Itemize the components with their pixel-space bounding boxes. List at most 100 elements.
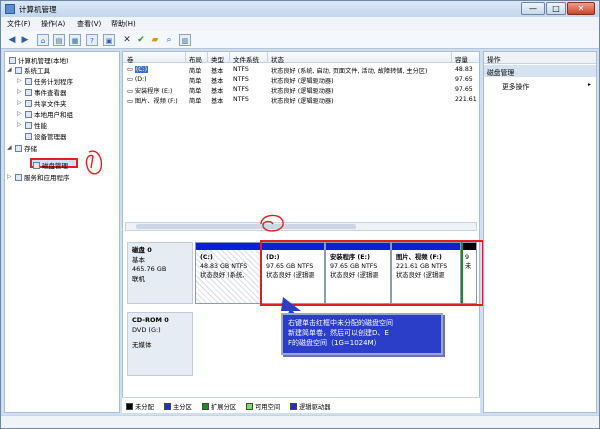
forward-icon[interactable]: ▶ <box>19 34 31 46</box>
tree-root[interactable]: 计算机管理(本地) <box>9 55 69 65</box>
legend-item: 可用空间 <box>246 402 280 411</box>
cdrom0-name: CD-ROM 0 <box>132 316 169 324</box>
help-icon[interactable]: ? <box>86 34 98 46</box>
volume-name: ▭ 图片、视频 (F:) <box>127 98 178 105</box>
header-status[interactable]: 状态 <box>271 54 284 64</box>
expand-icon[interactable]: ▷ <box>17 77 22 84</box>
collapse-icon[interactable]: ◢ <box>7 144 12 151</box>
volume-filesystem: NTFS <box>233 86 249 93</box>
cdrom0-drive: DVD (G:) <box>132 325 161 334</box>
volume-type: 基本 <box>211 78 224 85</box>
volume-layout: 简单 <box>189 88 202 95</box>
close-button[interactable]: ✕ <box>567 2 595 15</box>
shared-folder-icon <box>25 100 32 107</box>
callout-line1: 右键单击红框中未分配的磁盘空间 <box>288 319 393 327</box>
show-tree-icon[interactable]: ▤ <box>53 34 65 46</box>
disk0-size: 465.76 GB <box>132 265 167 273</box>
header-layout[interactable]: 布局 <box>189 54 202 64</box>
menu-view[interactable]: 查看(V) <box>77 19 101 29</box>
volume-row[interactable]: ▭ (D:) 简单 基本 NTFS 状态良好 (逻辑驱动器) 97.65 <box>123 75 479 85</box>
volume-filesystem: NTFS <box>233 66 249 73</box>
expand-icon[interactable]: ▷ <box>17 110 22 117</box>
volume-layout: 简单 <box>189 98 202 105</box>
horizontal-scrollbar[interactable] <box>125 222 477 231</box>
menu-action[interactable]: 操作(A) <box>41 19 65 29</box>
volume-status: 状态良好 (逻辑驱动器) <box>271 88 334 95</box>
app-icon <box>5 4 15 14</box>
tree-disk-management[interactable]: 磁盘管理 <box>33 160 68 170</box>
menu-help[interactable]: 帮助(H) <box>111 19 136 29</box>
storage-icon <box>15 145 22 152</box>
volume-name: ▭ 安装程序 (E:) <box>127 88 173 95</box>
volume-capacity: 97.65 <box>455 86 473 93</box>
tree-performance[interactable]: 性能 <box>25 120 47 130</box>
tree-local-users[interactable]: 本地用户和组 <box>25 109 73 119</box>
volume-capacity: 97.65 <box>455 76 473 83</box>
disk0-type: 基本 <box>132 255 145 264</box>
disk0-name: 磁盘 0 <box>132 246 152 254</box>
callout-line2: 新建简单卷，然后可以创建D、E <box>288 329 389 337</box>
actions-section-disk-management[interactable]: 磁盘管理 <box>484 65 596 77</box>
delete-icon[interactable]: ✕ <box>121 34 133 46</box>
expand-icon[interactable]: ▷ <box>17 121 22 128</box>
tree-shared-folders[interactable]: 共享文件夹 <box>25 98 67 108</box>
tree-services[interactable]: 服务和应用程序 <box>15 172 70 182</box>
volume-status: 状态良好 (逻辑驱动器) <box>271 98 334 105</box>
menu-file[interactable]: 文件(F) <box>7 19 31 29</box>
expand-icon[interactable]: ▷ <box>17 99 22 106</box>
tree-system-tools[interactable]: 系统工具 <box>15 65 50 75</box>
scrollbar-thumb[interactable] <box>136 224 356 229</box>
volume-status: 状态良好 (逻辑驱动器) <box>271 78 334 85</box>
volume-row[interactable]: ▭ (C:) 简单 基本 NTFS 状态良好 (系统, 启动, 页面文件, 活动… <box>123 65 479 75</box>
cdrom0-info[interactable]: CD-ROM 0 DVD (G:) 无媒体 <box>127 312 193 376</box>
minimize-button[interactable]: — <box>521 2 545 15</box>
search-icon[interactable]: ⌕ <box>163 34 175 46</box>
partition-c[interactable]: (C:) 48.83 GB NTFS 状态良好 (系统, <box>195 242 261 304</box>
up-folder-icon[interactable]: ⌂ <box>37 34 49 46</box>
maximize-button[interactable]: □ <box>546 2 566 15</box>
expand-icon[interactable]: ▷ <box>7 173 12 180</box>
volume-layout: 简单 <box>189 68 202 75</box>
volume-layout: 简单 <box>189 78 202 85</box>
folder-icon[interactable]: ▰ <box>149 34 161 46</box>
menu-bar: 文件(F) 操作(A) 查看(V) 帮助(H) <box>1 17 599 31</box>
settings-icon[interactable]: ▣ <box>103 34 115 46</box>
volume-filesystem: NTFS <box>233 96 249 103</box>
expand-icon[interactable]: ▷ <box>17 88 22 95</box>
volume-capacity: 221.61 <box>455 96 477 103</box>
header-volume[interactable]: 卷 <box>127 54 134 64</box>
annotation-callout: 右键单击红框中未分配的磁盘空间 新建简单卷，然后可以创建D、E F的磁盘空间（1… <box>281 313 443 355</box>
volume-name: ▭ (D:) <box>127 76 147 83</box>
navigation-tree: 计算机管理(本地) ◢ 系统工具 ▷ 任务计划程序 ▷ 事件查看器 ▷ 共享文件… <box>4 51 120 413</box>
collapse-icon[interactable]: ◢ <box>7 66 12 73</box>
volume-type: 基本 <box>211 88 224 95</box>
disk-management-panel: 卷 布局 类型 文件系统 状态 容量 ▭ (C:) 简单 基本 NTFS 状态良… <box>122 51 484 413</box>
tree-event-viewer[interactable]: 事件查看器 <box>25 87 67 97</box>
properties2-icon[interactable]: ▥ <box>179 34 191 46</box>
tools-icon <box>15 67 22 74</box>
header-type[interactable]: 类型 <box>211 54 224 64</box>
back-icon[interactable]: ◀ <box>6 34 18 46</box>
more-actions-link[interactable]: 更多操作 <box>502 81 529 91</box>
tree-task-scheduler[interactable]: 任务计划程序 <box>25 76 73 86</box>
volume-type: 基本 <box>211 68 224 75</box>
volume-row[interactable]: ▭ 图片、视频 (F:) 简单 基本 NTFS 状态良好 (逻辑驱动器) 221… <box>123 95 479 105</box>
volume-type: 基本 <box>211 98 224 105</box>
cdrom0-media: 无媒体 <box>132 341 152 349</box>
tree-device-manager[interactable]: 设备管理器 <box>25 131 67 141</box>
toolbar: ◀ ▶ ⌂ ▤ ▦ ? ▣ ✕ ✔ ▰ ⌕ ▥ <box>1 31 599 49</box>
header-filesystem[interactable]: 文件系统 <box>233 54 259 64</box>
properties-icon[interactable]: ▦ <box>69 34 81 46</box>
actions-pane: 操作 磁盘管理 更多操作 ▸ <box>483 51 597 413</box>
volume-filesystem: NTFS <box>233 76 249 83</box>
volume-row[interactable]: ▭ 安装程序 (E:) 简单 基本 NTFS 状态良好 (逻辑驱动器) 97.6… <box>123 85 479 95</box>
check-icon[interactable]: ✔ <box>135 34 147 46</box>
tree-storage[interactable]: 存储 <box>15 143 37 153</box>
legend-item: 逻辑驱动器 <box>290 402 330 411</box>
header-capacity[interactable]: 容量 <box>455 54 468 64</box>
chevron-right-icon[interactable]: ▸ <box>588 81 591 88</box>
actions-header: 操作 <box>484 52 596 64</box>
hand-drawn-circle-mark <box>85 150 103 175</box>
title-bar: 计算机管理 — □ ✕ <box>1 1 599 17</box>
disk0-info[interactable]: 磁盘 0 基本 465.76 GB 联机 <box>127 242 193 304</box>
